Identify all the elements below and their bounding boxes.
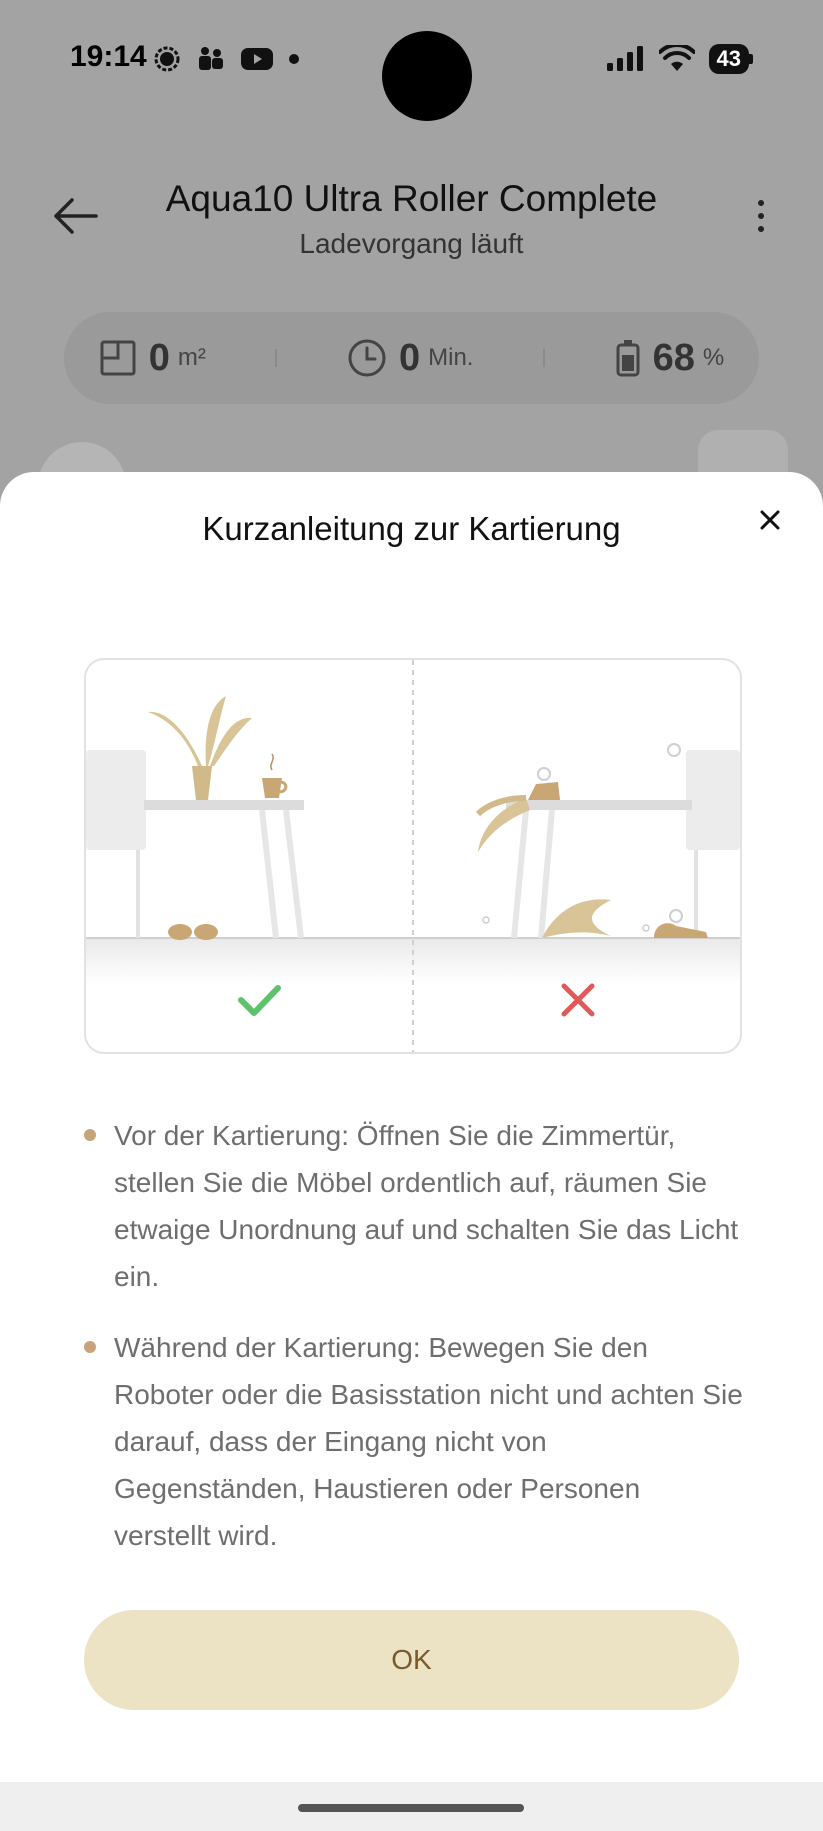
battery-icon bbox=[616, 340, 640, 377]
front-camera bbox=[382, 31, 472, 121]
illustration-graphic bbox=[86, 660, 740, 1052]
stat-area: 0 m² bbox=[99, 337, 206, 380]
home-indicator[interactable] bbox=[298, 1804, 524, 1812]
dot-icon bbox=[289, 54, 299, 64]
mapping-guide-sheet: Kurzanleitung zur Kartierung Vor der Kar… bbox=[0, 472, 823, 1782]
stat-area-unit: m² bbox=[177, 344, 206, 371]
stat-battery: 68 % bbox=[615, 336, 725, 380]
battery-icon: 43 bbox=[708, 44, 753, 74]
stat-time: 0 Min. bbox=[347, 337, 473, 380]
teams-icon bbox=[199, 47, 223, 70]
check-icon bbox=[238, 985, 281, 1016]
more-options-button[interactable] bbox=[755, 200, 767, 240]
ok-button[interactable]: OK bbox=[84, 1610, 739, 1710]
battery-level: 43 bbox=[708, 44, 749, 74]
wifi-icon bbox=[658, 45, 695, 71]
close-icon bbox=[760, 510, 780, 530]
youtube-icon bbox=[241, 48, 273, 70]
device-title: Aqua10 Ultra Roller Complete bbox=[165, 178, 658, 219]
cross-icon bbox=[561, 983, 595, 1017]
status-time: 19:14 bbox=[70, 40, 147, 73]
signal-chat-icon bbox=[154, 46, 180, 72]
stat-battery-unit: % bbox=[702, 344, 725, 371]
stats-bar: 0 m² 0 Min. 68 % bbox=[64, 312, 759, 404]
divider bbox=[275, 349, 278, 367]
clock-icon bbox=[348, 339, 386, 377]
notification-icons bbox=[152, 44, 300, 74]
stat-battery-value: 68 bbox=[652, 336, 695, 379]
cellular-signal-icon bbox=[606, 46, 643, 71]
sheet-title: Kurzanleitung zur Kartierung bbox=[202, 510, 621, 547]
device-status: Ladevorgang läuft bbox=[299, 228, 524, 259]
instruction-during-mapping: Während der Kartierung: Bewegen Sie den … bbox=[84, 1324, 744, 1559]
more-vertical-icon bbox=[758, 200, 764, 206]
area-icon bbox=[100, 340, 136, 376]
system-icons: 43 bbox=[605, 44, 753, 74]
mapping-illustration bbox=[84, 658, 742, 1054]
stat-time-unit: Min. bbox=[428, 344, 474, 371]
status-bar: 19:14 43 bbox=[0, 0, 823, 121]
close-button[interactable] bbox=[752, 502, 788, 538]
stat-time-value: 0 bbox=[398, 336, 421, 379]
stat-area-value: 0 bbox=[148, 336, 170, 379]
instruction-list: Vor der Kartierung: Öffnen Sie die Zimme… bbox=[84, 1112, 744, 1583]
divider bbox=[543, 349, 546, 367]
instruction-before-mapping: Vor der Kartierung: Öffnen Sie die Zimme… bbox=[84, 1112, 744, 1300]
